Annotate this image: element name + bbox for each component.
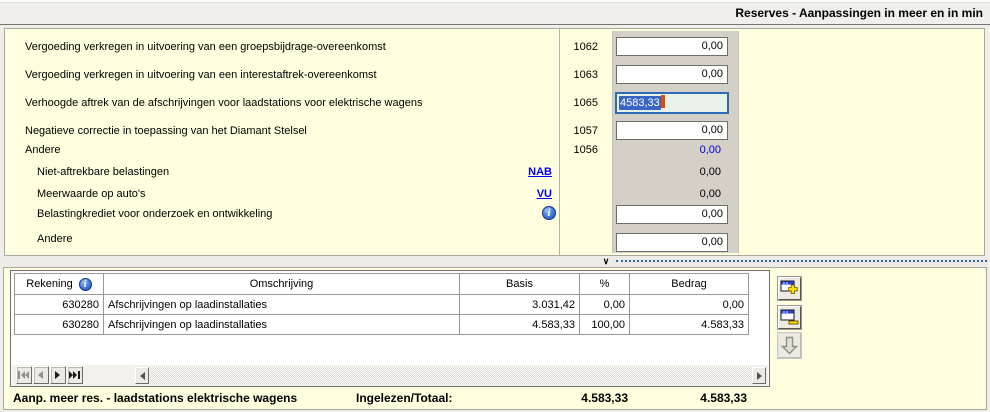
amount-field-1065-focused[interactable]: 4583,33 <box>615 92 729 114</box>
grid-container: Rekening Omschrijving Basis % Bedrag 630… <box>10 270 770 387</box>
table-add-icon <box>780 280 800 298</box>
text-caret <box>661 95 665 108</box>
amount-field-1063[interactable]: 0,00 <box>616 65 728 84</box>
tax-code: 1062 <box>558 39 598 55</box>
cell-basis[interactable]: 4.583,33 <box>460 315 580 335</box>
nav-first-button[interactable] <box>16 366 32 384</box>
footer-total-basis: 4.583,33 <box>526 389 628 407</box>
cell-omschrijving[interactable]: Afschrijvingen op laadinstallaties <box>104 295 460 315</box>
page-title: Reserves - Aanpassingen in meer en in mi… <box>735 3 983 24</box>
grid-header-row: Rekening Omschrijving Basis % Bedrag <box>15 274 749 295</box>
footer-caption: Aanp. meer res. - laadstations elektrisc… <box>13 389 297 407</box>
cell-rekening[interactable]: 630280 <box>15 315 104 335</box>
form-row-label: Niet-aftrekbare belastingen <box>37 164 169 180</box>
horizontal-scrollbar-track[interactable] <box>150 367 752 384</box>
amount-field-1057[interactable]: 0,00 <box>616 121 728 140</box>
first-record-icon <box>18 371 30 379</box>
form-row-label: Vergoeding verkregen in uitvoering van e… <box>25 67 377 83</box>
scroll-left-icon <box>140 372 145 380</box>
computed-amount-vu: 0,00 <box>616 186 725 202</box>
prev-record-icon <box>38 371 44 379</box>
form-row-label: Andere <box>25 142 60 158</box>
cell-omschrijving[interactable]: Afschrijvingen op laadinstallaties <box>104 315 460 335</box>
form-panel: Vergoeding verkregen in uitvoering van e… <box>4 28 985 256</box>
add-row-button[interactable] <box>778 277 801 300</box>
tax-code: 1065 <box>558 95 598 111</box>
cell-pct[interactable]: 100,00 <box>580 315 630 335</box>
chevron-down-icon[interactable] <box>599 255 613 267</box>
column-header-bedrag[interactable]: Bedrag <box>630 274 749 295</box>
info-icon[interactable] <box>79 278 92 291</box>
scroll-left-button[interactable] <box>135 367 149 384</box>
last-record-icon <box>69 371 81 379</box>
cell-bedrag[interactable]: 0,00 <box>630 295 749 315</box>
computed-amount-1056: 0,00 <box>616 142 725 158</box>
form-row-label: Vergoeding verkregen in uitvoering van e… <box>25 39 386 55</box>
move-down-button <box>778 333 801 358</box>
nav-last-button[interactable] <box>67 366 83 384</box>
footer-total-bedrag: 4.583,33 <box>645 389 747 407</box>
scroll-right-button[interactable] <box>752 367 766 384</box>
table-row[interactable]: 630280 Afschrijvingen op laadinstallatie… <box>15 295 749 315</box>
tax-code: 1056 <box>558 142 598 158</box>
form-row-label: Verhoogde aftrek van de afschrijvingen v… <box>25 95 422 111</box>
next-record-icon <box>55 371 61 379</box>
table-row[interactable]: 630280 Afschrijvingen op laadinstallatie… <box>15 315 749 335</box>
accounts-grid: Rekening Omschrijving Basis % Bedrag 630… <box>14 273 749 335</box>
column-header-pct[interactable]: % <box>580 274 630 295</box>
footer-totals-label: Ingelezen/Totaal: <box>356 389 452 407</box>
cell-basis[interactable]: 3.031,42 <box>460 295 580 315</box>
tax-code: 1063 <box>558 67 598 83</box>
nav-next-button[interactable] <box>50 366 66 384</box>
form-row-label: Andere <box>37 231 72 247</box>
amount-field-andere[interactable]: 0,00 <box>616 233 728 252</box>
horizontal-splitter[interactable] <box>0 257 990 267</box>
amount-field-1062[interactable]: 0,00 <box>616 37 728 56</box>
tax-code: 1057 <box>558 123 598 139</box>
grid-nav-strip <box>12 365 768 386</box>
column-header-basis[interactable]: Basis <box>460 274 580 295</box>
selected-text: 4583,33 <box>619 96 661 110</box>
form-row-label: Negatieve correctie in toepassing van he… <box>25 123 307 139</box>
form-row-label: Belastingkrediet voor onderzoek en ontwi… <box>37 206 272 222</box>
computed-amount-nab: 0,00 <box>616 164 725 180</box>
cell-bedrag[interactable]: 4.583,33 <box>630 315 749 335</box>
nab-link[interactable]: NAB <box>500 164 552 180</box>
scroll-right-icon <box>757 372 762 380</box>
column-header-omschrijving[interactable]: Omschrijving <box>104 274 460 295</box>
detail-panel: Rekening Omschrijving Basis % Bedrag 630… <box>3 267 987 410</box>
amount-field-belastingkrediet[interactable]: 0,00 <box>616 205 728 224</box>
cell-rekening[interactable]: 630280 <box>15 295 104 315</box>
cell-pct[interactable]: 0,00 <box>580 295 630 315</box>
remove-row-button[interactable] <box>778 306 801 329</box>
table-remove-icon <box>780 309 800 327</box>
vu-link[interactable]: VU <box>500 186 552 202</box>
info-icon <box>542 206 556 220</box>
info-icon[interactable] <box>542 206 556 220</box>
splitter-dotted-line <box>616 260 987 262</box>
form-row-label: Meerwaarde op auto's <box>37 186 146 202</box>
section-header-bar: Reserves - Aanpassingen in meer en in mi… <box>0 3 990 25</box>
nav-prev-button[interactable] <box>33 366 49 384</box>
column-header-rekening[interactable]: Rekening <box>15 274 104 295</box>
arrow-down-icon <box>781 336 798 355</box>
column-header-label: Rekening <box>26 278 72 290</box>
